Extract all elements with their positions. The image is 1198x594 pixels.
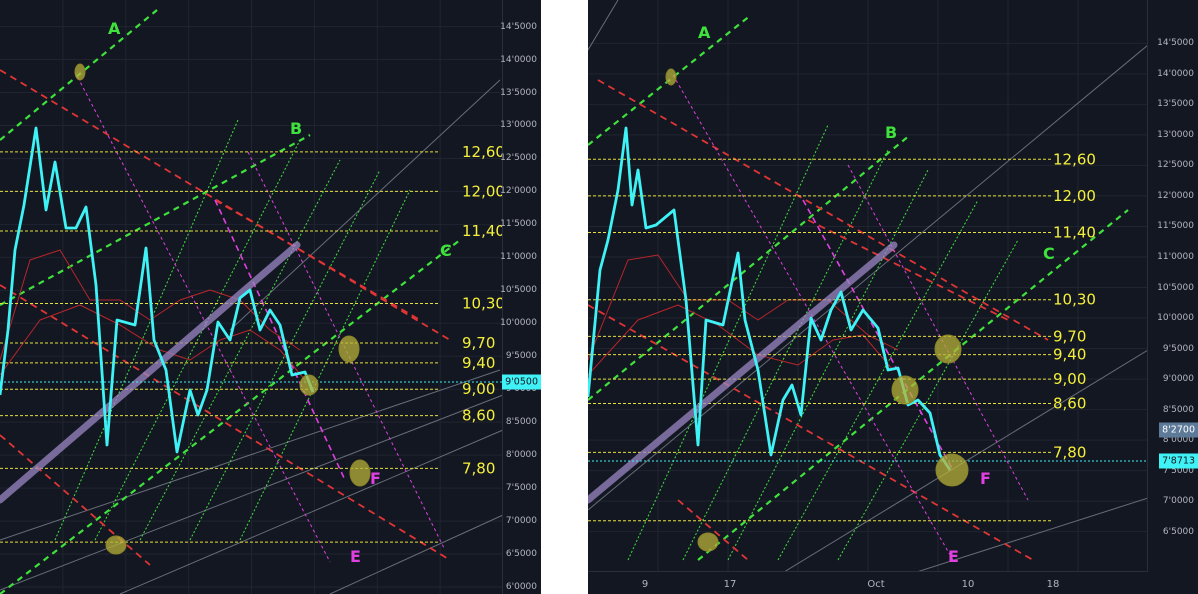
red-channel-line bbox=[0, 69, 451, 341]
red-channel-line bbox=[214, 199, 421, 321]
y-tick-label: 14'0000 bbox=[500, 54, 537, 65]
price-axis-left[interactable]: 14'5000 14'0000 13'5000 13'0000 12'5000 12'00… bbox=[500, 0, 541, 594]
channel-label-F: F bbox=[370, 469, 381, 488]
y-tick-label: 10'5000 bbox=[1157, 282, 1194, 293]
channel-label-E: E bbox=[350, 547, 361, 566]
channel-label-B: B bbox=[290, 119, 302, 138]
y-tick-label: 7'0000 bbox=[505, 516, 537, 527]
y-tick-label: 11'0000 bbox=[1157, 251, 1194, 262]
y-tick-label: 11'5000 bbox=[1157, 221, 1194, 232]
highlight-marker bbox=[299, 374, 319, 396]
channel-label-B: B bbox=[885, 123, 897, 142]
level-label-12-00: 12,00 bbox=[1053, 187, 1096, 205]
highlight-marker bbox=[935, 453, 969, 487]
highlight-marker bbox=[697, 532, 719, 552]
highlight-marker bbox=[665, 68, 677, 86]
highlight-marker bbox=[934, 334, 962, 364]
x-tick-label: 10 bbox=[961, 579, 975, 590]
y-tick-label: 10'5000 bbox=[500, 285, 537, 296]
green-channel-thin-line bbox=[54, 119, 239, 541]
x-tick-label: Oct bbox=[867, 579, 885, 590]
channel-label-A: A bbox=[698, 23, 711, 42]
chart-right-canvas[interactable]: 12,60 12,00 11,40 10,30 9,709,40 9,00 8,60 7,80… bbox=[588, 0, 1198, 594]
y-tick-label: 12'5000 bbox=[1157, 160, 1194, 171]
gray-trend-line bbox=[229, 79, 501, 331]
highlight-marker bbox=[891, 375, 919, 405]
y-tick-label: 14'5000 bbox=[1157, 38, 1194, 49]
y-tick-label: 14'0000 bbox=[1157, 68, 1194, 79]
red-channel-line bbox=[588, 304, 1034, 561]
y-tick-label: 7'5000 bbox=[505, 483, 537, 494]
y-tick-label: 9'5000 bbox=[505, 351, 537, 362]
level-label-11-40: 11,40 bbox=[462, 222, 505, 240]
y-tick-label: 6'5000 bbox=[505, 549, 537, 560]
y-tick-label: 8'5000 bbox=[505, 417, 537, 428]
chart-panel-right[interactable]: 12,60 12,00 11,40 10,30 9,70 9,40 9,00 8,60 7,80… bbox=[588, 0, 1198, 594]
y-tick-label: 8'0000 bbox=[505, 450, 537, 461]
level-label-9-70: 9,70 bbox=[1053, 327, 1086, 345]
channel-label-C: C bbox=[440, 241, 452, 260]
y-tick-label: 13'0000 bbox=[500, 120, 537, 131]
channel-label-F: F bbox=[980, 469, 991, 488]
y-tick-label: 11'0000 bbox=[500, 252, 537, 263]
y-tick-label: 13'5000 bbox=[500, 87, 537, 98]
highlight-marker bbox=[349, 459, 371, 487]
y-tick-label: 9'0000 bbox=[1162, 374, 1194, 385]
y-tick-label: 10'0000 bbox=[500, 318, 537, 329]
channel-label-A: A bbox=[108, 19, 121, 38]
gray-trend-line bbox=[588, 0, 619, 51]
x-tick-label: 9 bbox=[641, 579, 649, 590]
highlight-marker bbox=[105, 535, 127, 555]
y-tick-label: 6'5000 bbox=[1162, 526, 1194, 537]
channel-label-C: C bbox=[1043, 244, 1055, 263]
level-label-11-40: 11,40 bbox=[1053, 224, 1096, 242]
level-label-12-60: 12,60 bbox=[1053, 150, 1096, 168]
level-label-9-40: 9,40 bbox=[462, 354, 495, 372]
y-tick-label: 10'0000 bbox=[1157, 313, 1194, 324]
level-label-10-30: 10,30 bbox=[462, 295, 505, 313]
y-tick-label: 13'5000 bbox=[1157, 99, 1194, 110]
level-label-9-40: 9,40 bbox=[1053, 346, 1086, 364]
y-tick-label: 14'5000 bbox=[500, 21, 537, 32]
magenta-channel-line bbox=[672, 74, 954, 561]
level-label-8-60: 8,60 bbox=[462, 407, 495, 425]
level-label-9-70: 9,70 bbox=[462, 334, 495, 352]
level-label-9-00: 9,00 bbox=[1053, 370, 1086, 388]
y-tick-label: 12'0000 bbox=[500, 186, 537, 197]
highlight-marker bbox=[338, 335, 360, 363]
chart-left-canvas[interactable]: 12,60 12,00 11,40 10,30 9,70 9,40 9,00 8,60 7,80… bbox=[0, 0, 541, 594]
current-price-tag: 9'0500 bbox=[502, 374, 541, 390]
red-channel-line bbox=[677, 499, 749, 561]
level-label-10-30: 10,30 bbox=[1053, 291, 1096, 309]
y-tick-label: 9'5000 bbox=[1162, 343, 1194, 354]
y-tick-label: 13'0000 bbox=[1157, 129, 1194, 140]
x-tick-label: 17 bbox=[723, 579, 737, 590]
highlight-marker bbox=[74, 63, 86, 81]
level-label-9-00: 9,00 bbox=[462, 380, 495, 398]
x-tick-label: 18 bbox=[1046, 579, 1060, 590]
red-channel-line bbox=[807, 219, 1009, 321]
price-tag-lower: 7'8713 bbox=[1159, 453, 1198, 469]
y-tick-label: 6'0000 bbox=[505, 582, 537, 592]
level-label-7-80: 7,80 bbox=[1053, 443, 1086, 461]
green-channel-line bbox=[0, 134, 311, 306]
chart-panel-left[interactable]: 12,60 12,00 11,40 10,30 9,70 9,40 9,00 8,60 7,80… bbox=[0, 0, 541, 594]
time-axis-right[interactable]: 9 17 Oct 10 18 bbox=[588, 571, 1148, 594]
y-tick-label: 12'5000 bbox=[500, 153, 537, 164]
red-channel-line bbox=[0, 434, 151, 566]
y-tick-label: 12'0000 bbox=[1157, 190, 1194, 201]
level-label-7-80: 7,80 bbox=[462, 459, 495, 477]
green-channel-line bbox=[0, 239, 461, 594]
channel-label-E: E bbox=[948, 547, 959, 566]
y-tick-label: 7'0000 bbox=[1162, 496, 1194, 507]
price-tag-upper: 8'2700 bbox=[1159, 422, 1198, 438]
level-label-12-00: 12,00 bbox=[462, 182, 505, 200]
level-label-12-60: 12,60 bbox=[462, 143, 505, 161]
y-tick-label: 11'5000 bbox=[500, 219, 537, 230]
price-axis-right[interactable]: 14'5000 14'0000 13'5000 13'0000 12'5000 12'00… bbox=[1147, 0, 1198, 594]
y-tick-label: 8'5000 bbox=[1162, 404, 1194, 415]
gray-trend-line bbox=[119, 429, 504, 594]
level-label-8-60: 8,60 bbox=[1053, 394, 1086, 412]
